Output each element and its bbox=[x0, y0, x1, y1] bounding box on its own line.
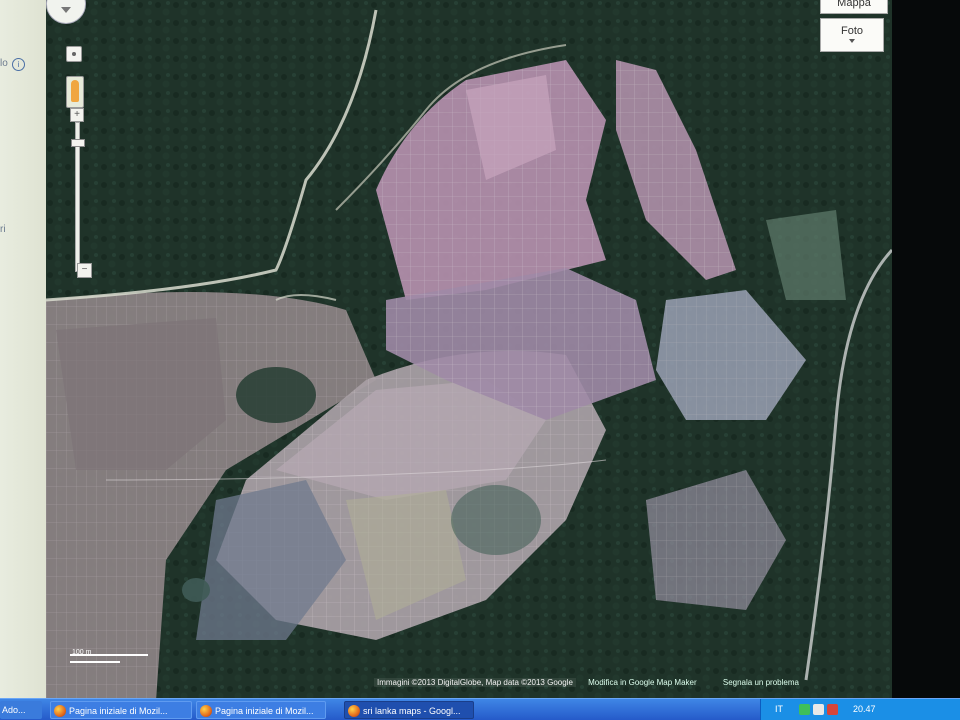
sidebar-text: lo bbox=[0, 58, 8, 69]
photo-layer-label: Foto bbox=[840, 25, 863, 37]
zoom-in-icon[interactable]: + bbox=[70, 108, 84, 122]
taskbar-item-firefox-1[interactable]: Pagina iniziale di Mozil... bbox=[50, 701, 192, 719]
system-tray: IT 20.47 bbox=[760, 699, 960, 720]
left-sidebar: lo i ri bbox=[0, 0, 47, 700]
map-type-button[interactable]: Mappa bbox=[820, 0, 888, 14]
zoom-out-icon[interactable]: − bbox=[77, 263, 92, 278]
info-icon[interactable]: i bbox=[12, 58, 25, 71]
taskbar-item-adobe[interactable]: Ado... bbox=[0, 701, 42, 719]
screen: lo i ri + − Mappa Foto 100 m Immagini ©2… bbox=[0, 0, 960, 720]
taskbar-item-label: Pagina iniziale di Mozil... bbox=[69, 706, 168, 716]
zoom-reset-button[interactable] bbox=[66, 46, 82, 62]
pegman-icon[interactable] bbox=[66, 76, 84, 108]
taskbar-item-label: Ado... bbox=[2, 705, 26, 715]
photo-layer-button[interactable]: Foto bbox=[820, 18, 884, 52]
clock[interactable]: 20.47 bbox=[853, 704, 876, 714]
taskbar-item-firefox-active[interactable]: sri lanka maps - Googl... bbox=[344, 701, 474, 719]
taskbar-item-label: Pagina iniziale di Mozil... bbox=[215, 706, 314, 716]
windows-taskbar: Ado... Pagina iniziale di Mozil... Pagin… bbox=[0, 698, 960, 720]
firefox-icon bbox=[54, 705, 66, 717]
satellite-imagery bbox=[46, 0, 892, 700]
language-indicator[interactable]: IT bbox=[775, 704, 783, 714]
pan-control-icon[interactable] bbox=[61, 7, 71, 13]
taskbar-item-label: sri lanka maps - Googl... bbox=[363, 706, 461, 716]
scale-bar: 100 m bbox=[70, 649, 150, 665]
screen-bezel-right bbox=[892, 0, 960, 700]
zoom-slider-handle[interactable] bbox=[71, 139, 85, 147]
imagery-attribution: Immagini ©2013 DigitalGlobe, Map data ©2… bbox=[374, 678, 576, 687]
edit-in-map-maker-link[interactable]: Modifica in Google Map Maker bbox=[588, 678, 697, 687]
firefox-icon bbox=[200, 705, 212, 717]
firefox-icon bbox=[348, 705, 360, 717]
chevron-down-icon bbox=[849, 39, 855, 43]
map-footer: Immagini ©2013 DigitalGlobe, Map data ©2… bbox=[374, 678, 799, 692]
tray-icon[interactable] bbox=[799, 704, 810, 715]
tray-icon[interactable] bbox=[813, 704, 824, 715]
taskbar-item-firefox-2[interactable]: Pagina iniziale di Mozil... bbox=[196, 701, 326, 719]
sidebar-text-2: ri bbox=[0, 224, 6, 235]
tray-icon[interactable] bbox=[827, 704, 838, 715]
satellite-map[interactable] bbox=[46, 0, 892, 700]
report-problem-link[interactable]: Segnala un problema bbox=[723, 678, 799, 687]
